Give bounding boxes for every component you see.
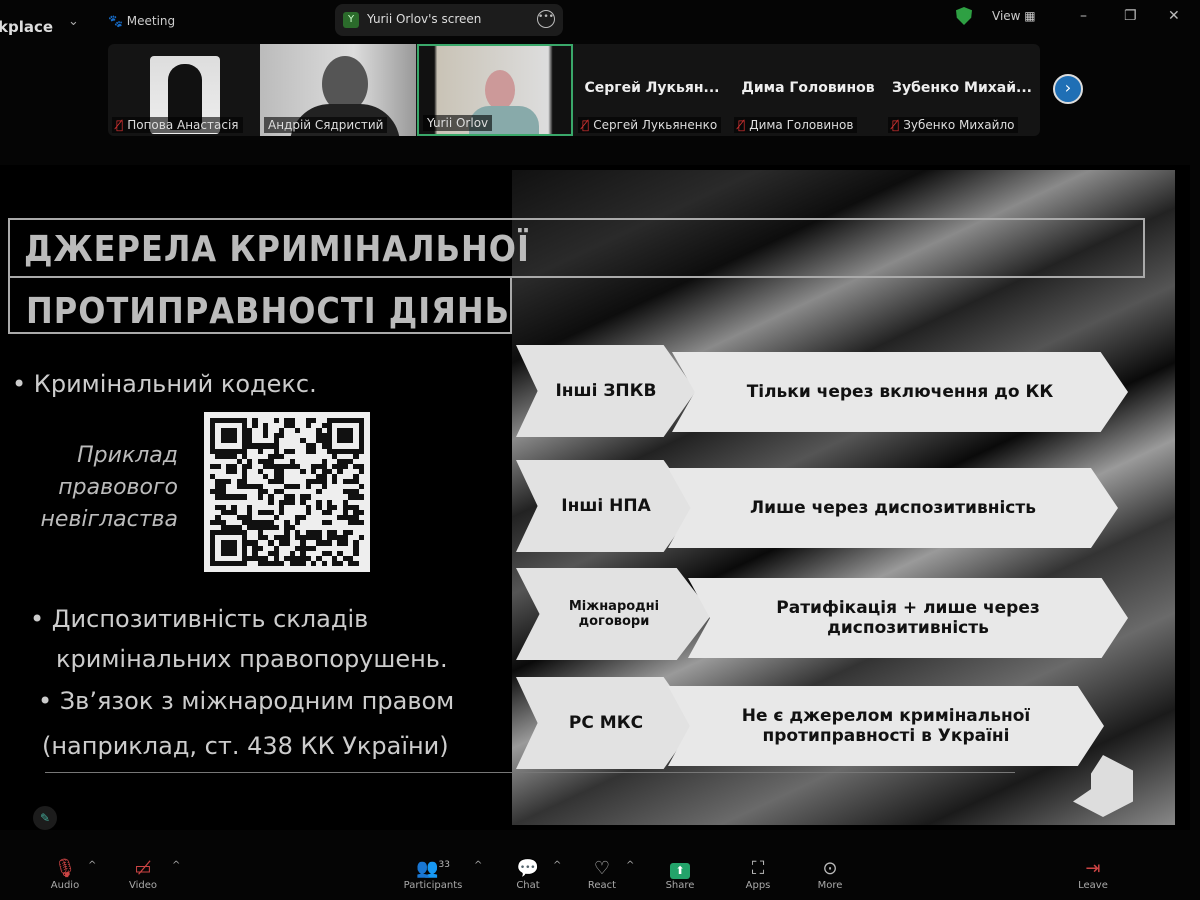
- qr-code[interactable]: [204, 412, 370, 572]
- meeting-label: Meeting: [126, 14, 176, 28]
- rule-chevron: Не є джерелом кримінальної протиправност…: [668, 686, 1104, 766]
- bullet-example-note: (наприклад, ст. 438 КК України): [42, 732, 449, 760]
- participant-tile[interactable]: Дима Головинов 🎙̸ Дима Головинов: [730, 44, 886, 136]
- bullet-text: Кримінальний кодекс.: [33, 370, 317, 398]
- slide-title-line1: ДЖЕРЕЛА КРИМІНАЛЬНОЇ: [24, 228, 530, 270]
- react-label: React: [587, 880, 617, 891]
- muted-mic-icon: 🎙̸: [116, 118, 124, 132]
- participant-tile-active[interactable]: Yurii Orlov: [417, 44, 573, 136]
- video-label: Video: [128, 880, 158, 891]
- muted-mic-icon: 🎙̸: [738, 118, 746, 132]
- caption-line: правового: [58, 475, 178, 500]
- leave-icon: ⇥: [1085, 858, 1101, 879]
- maximize-button[interactable]: ❐: [1124, 8, 1137, 24]
- participants-button[interactable]: 👥33 Participants: [398, 858, 468, 891]
- audio-options-caret[interactable]: ^: [88, 860, 96, 871]
- participant-name: Дима Головинов: [749, 118, 854, 132]
- participant-display-name: Дима Головинов: [741, 80, 875, 96]
- participant-display-name: Зубенко Михай...: [892, 80, 1032, 96]
- participants-options-caret[interactable]: ^: [474, 860, 482, 871]
- sharer-avatar: Y: [343, 12, 359, 28]
- source-chevron: Міжнародні договори: [516, 568, 712, 660]
- participant-name: Yurii Orlov: [427, 116, 489, 130]
- video-options-caret[interactable]: ^: [172, 860, 180, 871]
- more-label: More: [817, 880, 843, 891]
- meeting-menu[interactable]: 🐾 Meeting: [108, 14, 175, 28]
- participants-count: 33: [438, 860, 450, 870]
- view-label: View: [992, 9, 1021, 23]
- participant-tile[interactable]: Зубенко Михай... 🎙̸ Зубенко Михайло: [884, 44, 1040, 136]
- rule-chevron: Тільки через включення до КК: [672, 352, 1128, 432]
- share-label: Share: [665, 880, 695, 891]
- screen-share-indicator[interactable]: Y Yurii Orlov's screen •••: [335, 4, 563, 36]
- leave-button[interactable]: ⇥ Leave: [1058, 858, 1128, 891]
- rule-chevron: Лише через диспозитивність: [668, 468, 1118, 548]
- react-options-caret[interactable]: ^: [626, 860, 634, 871]
- chevron-down-icon[interactable]: ⌄: [68, 14, 79, 29]
- paw-icon: 🐾: [108, 14, 127, 28]
- annotate-pen-icon[interactable]: ✎: [33, 806, 57, 830]
- share-label: Yurii Orlov's screen: [367, 12, 482, 26]
- participant-name: Зубенко Михайло: [903, 118, 1015, 132]
- participant-name: Попова Анастасія: [127, 118, 239, 132]
- bullet-dispositivity: • Диспозитивність складів: [30, 605, 369, 633]
- chat-options-caret[interactable]: ^: [553, 860, 561, 871]
- next-page-button[interactable]: ›: [1053, 74, 1083, 104]
- app-name: kplace: [0, 18, 54, 36]
- caption-line: Приклад: [77, 443, 178, 468]
- bullet-criminal-code: • Кримінальний кодекс.: [12, 370, 317, 398]
- participant-strip: 🎙̸ Попова Анастасія Андрій Сядристий Yuri…: [108, 44, 1040, 136]
- share-button[interactable]: ⬆ Share: [645, 858, 715, 891]
- more-button[interactable]: ⊙ More: [795, 858, 865, 891]
- participant-name: Сергей Лукьяненко: [593, 118, 718, 132]
- slide-title-line2: ПРОТИПРАВНОСТІ ДІЯНЬ: [26, 290, 510, 332]
- minimize-button[interactable]: –: [1080, 8, 1087, 24]
- participants-icon: 👥33: [416, 858, 450, 879]
- apps-label: Apps: [745, 880, 771, 891]
- participant-tile[interactable]: 🎙̸ Попова Анастасія: [108, 44, 260, 136]
- share-icon: ⬆: [645, 858, 715, 880]
- apps-icon: ⛶: [751, 858, 765, 879]
- muted-mic-icon: 🎙̸: [582, 118, 590, 132]
- video-button[interactable]: ▭̸ Video: [108, 858, 178, 891]
- video-off-icon: ▭̸: [134, 858, 152, 879]
- caption-line: невігластва: [40, 507, 178, 532]
- audio-label: Audio: [50, 880, 80, 891]
- source-chevron: Інші ЗПКВ: [516, 345, 696, 437]
- muted-mic-icon: 🎙̸: [892, 118, 900, 132]
- source-chevron: Інші НПА: [516, 460, 696, 552]
- close-button[interactable]: ✕: [1168, 8, 1180, 24]
- example-caption: Приклад правового невігластва: [30, 440, 178, 536]
- apps-button[interactable]: ⛶ Apps: [723, 858, 793, 891]
- participant-tile[interactable]: Сергей Лукьян... 🎙̸ Сергей Лукьяненко: [574, 44, 730, 136]
- more-icon: ⊙: [822, 858, 838, 879]
- participant-tile[interactable]: Андрій Сядристий: [260, 44, 416, 136]
- participants-label: Participants: [403, 880, 463, 891]
- divider: [45, 772, 1015, 773]
- chat-label: Chat: [516, 880, 540, 891]
- bullet-international-law: • Зв’язок з міжнародним правом: [38, 687, 455, 715]
- view-button[interactable]: View ▦: [992, 9, 1036, 23]
- bullet-text: Зв’язок з міжнародним правом: [59, 687, 455, 715]
- rule-chevron: Ратифікація + лише через диспозитивність: [688, 578, 1128, 658]
- leave-label: Leave: [1078, 880, 1108, 891]
- more-options-icon[interactable]: •••: [537, 10, 555, 28]
- participant-display-name: Сергей Лукьян...: [584, 80, 720, 96]
- bullet-text: Диспозитивність складів: [51, 605, 369, 633]
- bullet-dispositivity-cont: кримінальних правопорушень.: [56, 645, 448, 673]
- participant-name: Андрій Сядристий: [268, 118, 384, 132]
- source-chevron: РС МКС: [516, 677, 696, 769]
